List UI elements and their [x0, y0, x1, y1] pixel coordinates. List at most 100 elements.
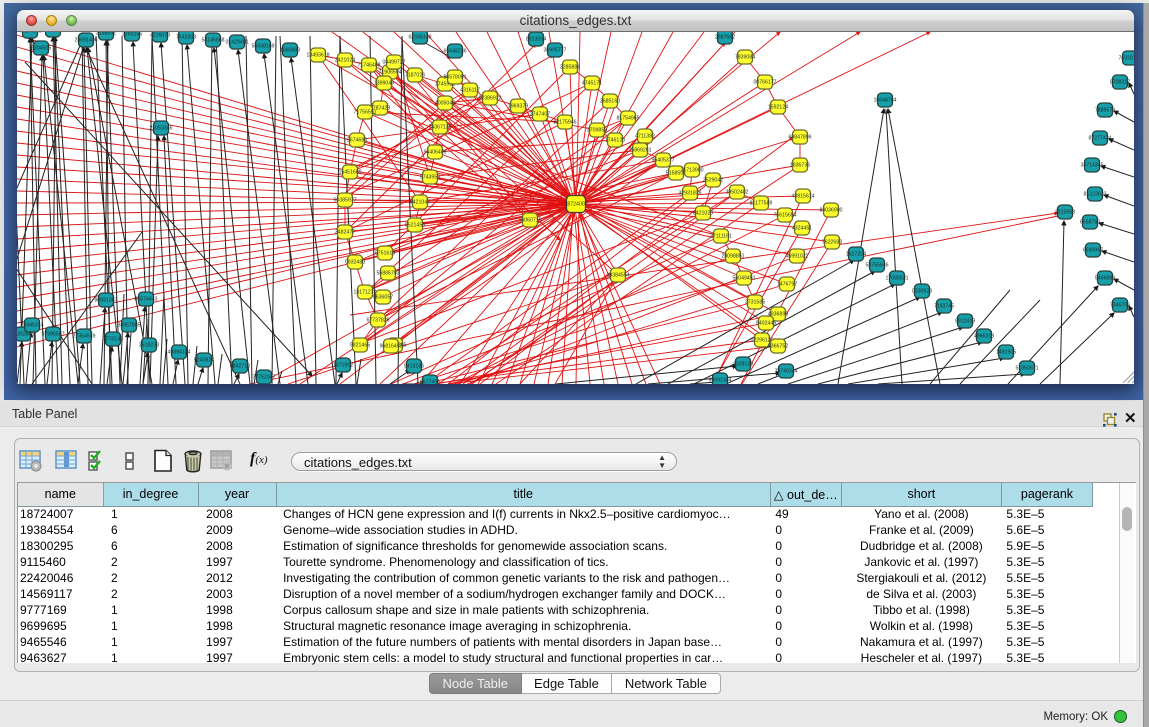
- svg-text:4005045: 4005045: [435, 101, 455, 107]
- svg-text:01429401: 01429401: [225, 40, 248, 46]
- svg-text:0842710: 0842710: [230, 364, 250, 370]
- svg-text:49894134: 49894134: [167, 350, 190, 356]
- svg-text:9751613: 9751613: [375, 251, 395, 257]
- svg-text:69847896: 69847896: [788, 135, 811, 141]
- svg-text:74367136: 74367136: [428, 125, 451, 131]
- svg-text:9521456: 9521456: [405, 223, 425, 229]
- svg-text:6690967: 6690967: [1083, 248, 1103, 254]
- svg-text:84036900: 84036900: [819, 208, 842, 214]
- svg-text:1969379: 1969379: [508, 104, 528, 110]
- svg-text:16060715: 16060715: [518, 218, 541, 224]
- svg-text:55886753: 55886753: [376, 271, 399, 277]
- svg-text:18724007: 18724007: [564, 202, 587, 208]
- svg-text:82175946: 82175946: [553, 120, 576, 126]
- svg-text:7543303: 7543303: [176, 35, 196, 41]
- svg-text:81223623: 81223623: [1083, 192, 1106, 198]
- svg-text:3285884: 3285884: [560, 65, 580, 71]
- svg-text:5466889: 5466889: [1095, 276, 1115, 282]
- svg-text:86578091: 86578091: [443, 75, 466, 81]
- svg-text:4711382: 4711382: [635, 134, 655, 140]
- svg-text:76615654: 76615654: [773, 213, 796, 219]
- svg-text:77752047: 77752047: [252, 375, 275, 381]
- svg-text:1491905: 1491905: [996, 350, 1016, 356]
- svg-text:19384554: 19384554: [606, 273, 629, 279]
- svg-text:7187026: 7187026: [405, 73, 425, 79]
- svg-text:1592124: 1592124: [768, 105, 788, 111]
- svg-text:37996507: 37996507: [41, 332, 64, 338]
- svg-text:71746488: 71746488: [357, 63, 380, 69]
- svg-text:3685160: 3685160: [600, 99, 620, 105]
- svg-text:00766177: 00766177: [753, 80, 776, 86]
- svg-text:53755646: 53755646: [865, 263, 888, 269]
- svg-text:23691406: 23691406: [74, 38, 97, 44]
- svg-text:56049451: 56049451: [732, 276, 755, 282]
- svg-text:4966319: 4966319: [974, 334, 994, 340]
- svg-text:76320163: 76320163: [1118, 56, 1134, 62]
- svg-text:6658760: 6658760: [1080, 220, 1100, 226]
- svg-text:4060883: 4060883: [280, 48, 300, 54]
- svg-text:7889579: 7889579: [1095, 108, 1115, 114]
- svg-text:80831367: 80831367: [94, 298, 117, 304]
- svg-text:79740344: 79740344: [774, 369, 797, 375]
- svg-text:27111161: 27111161: [710, 234, 732, 240]
- svg-text:4316117: 4316117: [460, 88, 480, 94]
- svg-text:96816453: 96816453: [379, 344, 402, 350]
- svg-text:7839084: 7839084: [735, 55, 755, 61]
- svg-text:9743953: 9743953: [420, 175, 440, 181]
- svg-text:31713900: 31713900: [680, 168, 703, 174]
- svg-text:34714345: 34714345: [1080, 163, 1103, 169]
- svg-text:7193745: 7193745: [934, 304, 954, 310]
- svg-text:9912419: 9912419: [955, 319, 975, 325]
- svg-text:36995777: 36995777: [543, 48, 566, 54]
- svg-text:32931839: 32931839: [678, 191, 701, 197]
- svg-text:85574443: 85574443: [134, 297, 157, 303]
- svg-text:96405377: 96405377: [651, 158, 674, 164]
- svg-text:3482477: 3482477: [335, 230, 355, 236]
- svg-text:75869261: 75869261: [628, 148, 651, 154]
- svg-text:60385977: 60385977: [333, 198, 356, 204]
- svg-text:81754965: 81754965: [616, 116, 639, 122]
- svg-text:16648784: 16648784: [873, 98, 896, 104]
- svg-text:8708317: 8708317: [1110, 80, 1130, 86]
- svg-text:3158692: 3158692: [96, 32, 116, 37]
- svg-text:8366752: 8366752: [768, 344, 788, 350]
- svg-text:0330923: 0330923: [912, 289, 932, 295]
- svg-text:8677496: 8677496: [420, 380, 440, 385]
- svg-text:40164005: 40164005: [18, 32, 41, 35]
- svg-text:2887682: 2887682: [715, 35, 735, 41]
- svg-text:0932480: 0932480: [345, 260, 365, 266]
- svg-text:1836736: 1836736: [790, 163, 810, 169]
- svg-text:5674680: 5674680: [347, 138, 367, 144]
- svg-text:1399049: 1399049: [374, 81, 394, 87]
- svg-text:4216073: 4216073: [150, 33, 170, 39]
- svg-text:39502402: 39502402: [725, 190, 748, 196]
- svg-text:51850671: 51850671: [1015, 366, 1038, 372]
- svg-text:3747407: 3747407: [530, 112, 550, 118]
- svg-text:7346706: 7346706: [1110, 303, 1130, 309]
- svg-text:4278680: 4278680: [43, 32, 63, 34]
- svg-text:54145868: 54145868: [201, 38, 224, 44]
- svg-text:9413186: 9413186: [404, 364, 424, 370]
- svg-text:2421024: 2421024: [335, 58, 355, 64]
- svg-text:9402445: 9402445: [756, 321, 776, 327]
- svg-text:1671902: 1671902: [333, 363, 353, 369]
- svg-text:71906594: 71906594: [378, 70, 401, 76]
- svg-text:28098851: 28098851: [721, 254, 744, 260]
- svg-text:7622683: 7622683: [822, 240, 842, 246]
- svg-text:87277434: 87277434: [1088, 136, 1111, 142]
- svg-text:27354549: 27354549: [72, 334, 95, 340]
- svg-text:6204505: 6204505: [31, 46, 51, 52]
- svg-text:8813054: 8813054: [526, 37, 546, 43]
- svg-text:81177589: 81177589: [750, 201, 773, 207]
- svg-text:3529042: 3529042: [703, 178, 723, 184]
- svg-text:99091334: 99091334: [708, 378, 731, 384]
- svg-text:15451680: 15451680: [338, 170, 361, 176]
- svg-text:67737826: 67737826: [366, 318, 389, 324]
- svg-text:76945314: 76945314: [20, 323, 43, 329]
- svg-text:17080531: 17080531: [885, 276, 908, 282]
- svg-text:4745171: 4745171: [582, 81, 602, 87]
- svg-text:13493618: 13493618: [306, 53, 329, 59]
- svg-text:62386922: 62386922: [478, 96, 501, 102]
- svg-text:2328120: 2328120: [733, 362, 753, 368]
- svg-text:4324451: 4324451: [792, 226, 812, 232]
